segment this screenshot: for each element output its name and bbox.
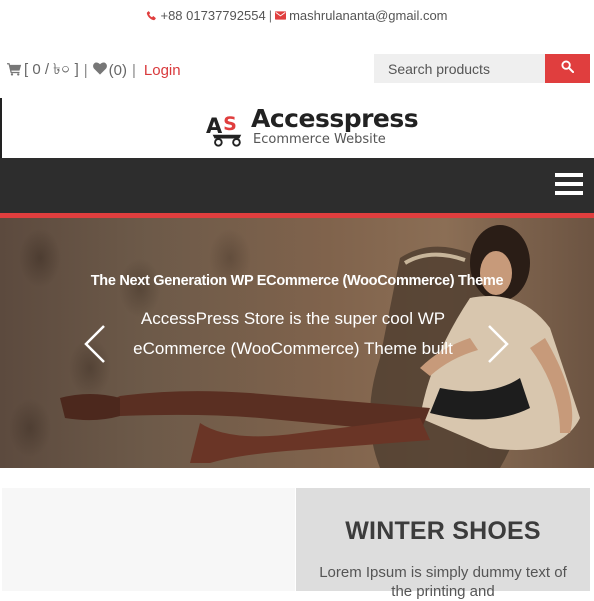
svg-text:A: A: [206, 114, 223, 138]
search-input[interactable]: [374, 54, 546, 83]
svg-text:S: S: [223, 113, 237, 135]
email-link[interactable]: mashrulananta@gmail.com: [289, 8, 447, 23]
cart-summary: [ 0 / ৳০ ] | (0) | Login: [7, 58, 181, 83]
wishlist-count[interactable]: (0): [109, 62, 127, 79]
cart-total[interactable]: [ 0 / ৳০ ]: [24, 58, 79, 83]
logo-title: Accesspress: [251, 104, 419, 133]
separator: |: [132, 62, 136, 79]
hero-text: AccessPress Store is the super cool WP e…: [133, 309, 453, 358]
chevron-right-icon[interactable]: [483, 322, 513, 366]
logo-subtitle: Ecommerce Website: [253, 132, 386, 147]
promo-title: WINTER SHOES: [345, 517, 541, 545]
search-icon: [561, 59, 575, 78]
top-contact-bar: +88 01737792554 | mashrulananta@gmail.co…: [0, 0, 594, 30]
promo-text: Lorem Ipsum is simply dummy text of the …: [319, 564, 567, 600]
login-link[interactable]: Login: [144, 62, 181, 79]
site-logo[interactable]: A S Accesspress Ecommerce Website: [205, 100, 419, 152]
hero-slider: The Next Generation WP ECommerce (WooCom…: [0, 218, 594, 468]
cart-icon[interactable]: [7, 62, 24, 80]
email-icon: [275, 10, 287, 21]
separator: |: [268, 7, 273, 23]
logo-mark-icon: A S: [206, 113, 242, 147]
separator: |: [83, 62, 88, 79]
chevron-left-icon[interactable]: [80, 322, 110, 366]
phone-icon: [146, 10, 157, 21]
phone-number: +88 01737792554: [160, 7, 266, 23]
promo-image-panel: [2, 488, 295, 591]
promo-panel[interactable]: WINTER SHOES Lorem Ipsum is simply dummy…: [296, 488, 590, 600]
heart-icon[interactable]: [92, 62, 109, 79]
logo-row: A S Accesspress Ecommerce Website: [0, 98, 594, 158]
menu-icon[interactable]: [555, 173, 583, 197]
hero-heading: The Next Generation WP ECommerce (WooCom…: [90, 273, 504, 289]
main-navbar: [0, 158, 594, 218]
header-bar: [ 0 / ৳০ ] | (0) | Login: [0, 48, 594, 86]
search-button[interactable]: [545, 54, 590, 83]
